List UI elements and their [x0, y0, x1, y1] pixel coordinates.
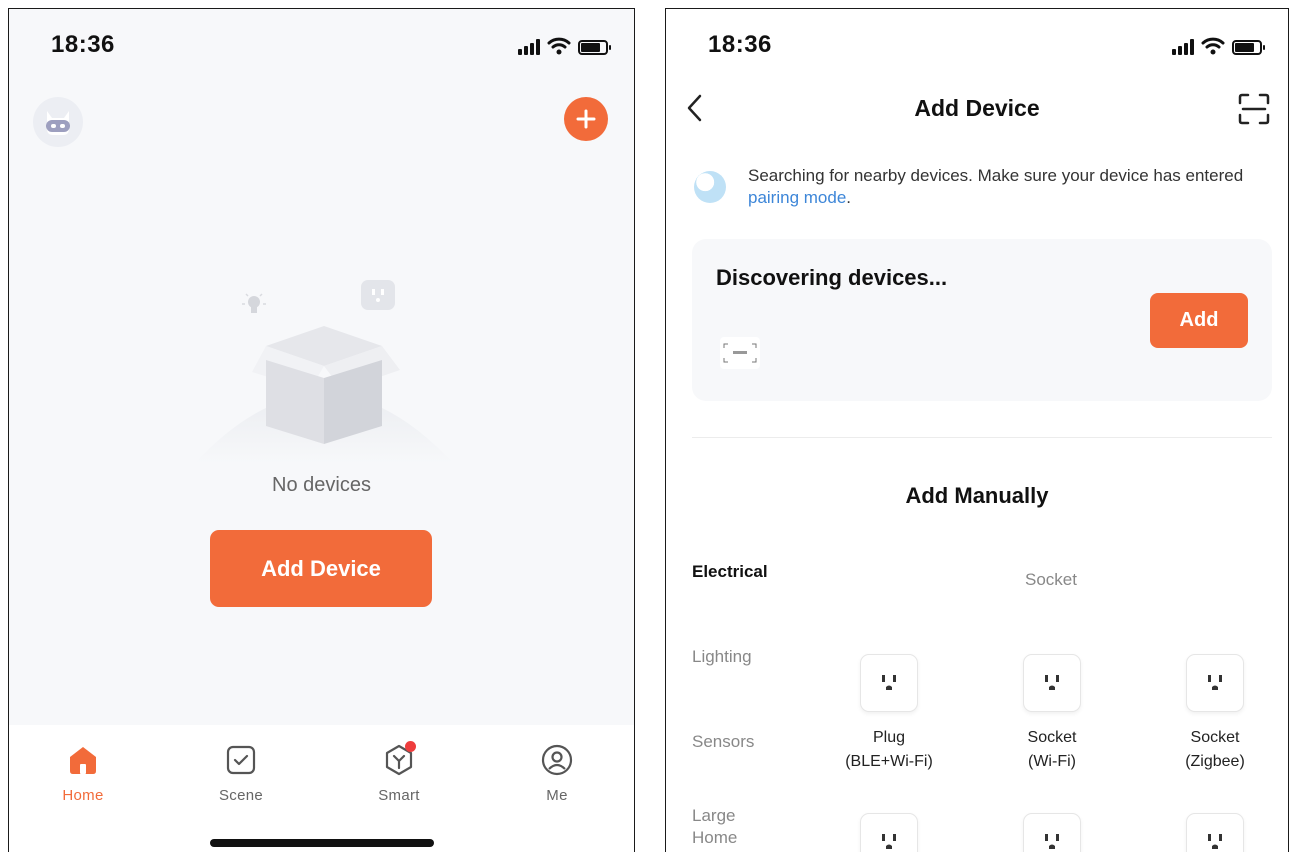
home-indicator [210, 839, 434, 847]
device-label: Socket (Wi-Fi) [1027, 729, 1077, 770]
discovering-title: Discovering devices... [716, 265, 948, 290]
tab-me[interactable]: Me [507, 741, 607, 804]
empty-box-illustration [194, 280, 454, 464]
avatar[interactable] [33, 97, 83, 147]
status-icons [518, 37, 611, 55]
wifi-icon [1201, 37, 1225, 55]
discovered-device-thumbnail[interactable] [720, 337, 760, 369]
socket-icon [361, 280, 395, 310]
category-large-home-appliances[interactable]: Large Home Ap... [692, 805, 772, 852]
tab-smart[interactable]: Smart [349, 741, 449, 804]
tab-scene[interactable]: Scene [191, 741, 291, 804]
home-screen: 18:36 No devices Add Device Home Scene S… [8, 8, 635, 852]
socket-icon [860, 813, 918, 852]
device-thumbnail-icon [723, 343, 757, 363]
status-time: 18:36 [708, 31, 772, 58]
tab-home-label: Home [62, 787, 104, 804]
add-device-button[interactable]: Add Device [210, 530, 432, 607]
robot-avatar-icon [46, 111, 70, 135]
device-socket-partial[interactable] [1150, 813, 1280, 852]
add-manually-title: Add Manually [905, 483, 1049, 508]
socket-icon [860, 654, 918, 712]
loading-spinner-icon [694, 171, 726, 203]
divider [692, 437, 1272, 438]
device-socket-zigbee[interactable]: Socket (Zigbee) [1150, 654, 1280, 774]
scan-icon[interactable] [1236, 91, 1272, 127]
category-electrical[interactable]: Electrical [692, 561, 768, 583]
category-sensors[interactable]: Sensors [692, 731, 754, 753]
smart-icon [380, 741, 418, 779]
socket-icon [1186, 654, 1244, 712]
device-socket-partial[interactable] [824, 813, 954, 852]
status-bar: 18:36 [666, 9, 1288, 73]
search-hint-suffix: . [846, 188, 852, 207]
page-title: Add Device [914, 95, 1040, 121]
add-discovered-button[interactable]: Add [1150, 293, 1248, 348]
tab-smart-label: Smart [378, 787, 420, 804]
wifi-icon [547, 37, 571, 55]
signal-icon [518, 39, 540, 55]
search-hint: Searching for nearby devices. Make sure … [748, 165, 1268, 209]
category-lighting[interactable]: Lighting [692, 646, 752, 668]
plus-icon [576, 109, 596, 129]
socket-icon [1023, 654, 1081, 712]
discovering-card: Discovering devices... Add [692, 239, 1272, 401]
empty-state-text: No devices [272, 474, 371, 496]
search-hint-text: Searching for nearby devices. Make sure … [748, 166, 1244, 185]
device-label: Plug (BLE+Wi-Fi) [845, 729, 933, 770]
socket-icon [1023, 813, 1081, 852]
status-bar: 18:36 [9, 9, 634, 73]
tab-bar: Home Scene Smart Me [9, 725, 634, 852]
device-socket-partial[interactable] [987, 813, 1117, 852]
tab-scene-label: Scene [218, 787, 264, 804]
me-icon [538, 741, 576, 779]
home-icon [64, 741, 102, 779]
sub-category-socket: Socket [1025, 570, 1077, 589]
device-socket-wifi[interactable]: Socket (Wi-Fi) [987, 654, 1117, 774]
device-plug-ble-wifi[interactable]: Plug (BLE+Wi-Fi) [824, 654, 954, 774]
tab-home[interactable]: Home [33, 741, 133, 804]
signal-icon [1172, 39, 1194, 55]
add-device-screen: 18:36 Add Device Searching for nearby de… [665, 8, 1289, 852]
battery-icon [1232, 40, 1265, 55]
scene-icon [222, 741, 260, 779]
status-time: 18:36 [51, 31, 115, 58]
bulb-icon [242, 293, 266, 313]
add-plus-button[interactable] [564, 97, 608, 141]
socket-icon [1186, 813, 1244, 852]
pairing-mode-link[interactable]: pairing mode [748, 188, 846, 207]
device-label: Socket (Zigbee) [1185, 729, 1245, 770]
tab-me-label: Me [546, 787, 568, 804]
status-icons [1172, 37, 1265, 55]
battery-icon [578, 40, 611, 55]
notification-badge [405, 741, 416, 752]
